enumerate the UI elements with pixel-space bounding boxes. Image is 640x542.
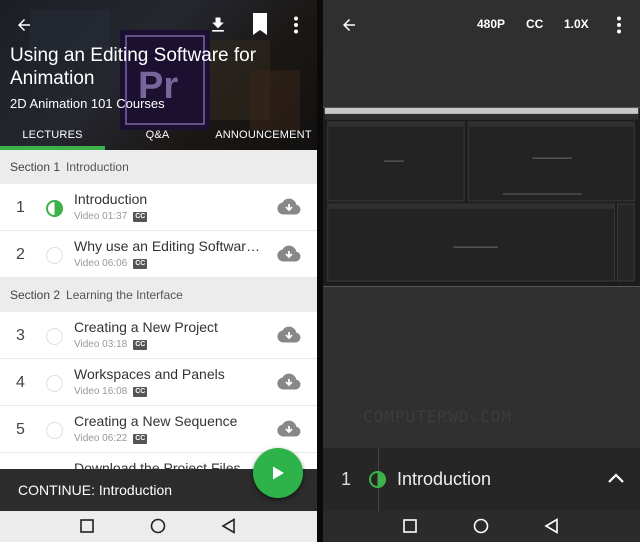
lecture-row[interactable]: 3 Creating a New Project Video 03:18 CC bbox=[0, 313, 317, 359]
lecture-number: 2 bbox=[16, 246, 25, 263]
lecture-row[interactable]: 1 Introduction Video 01:37 CC bbox=[0, 185, 317, 231]
lecture-meta: Video 06:22 CC bbox=[74, 433, 148, 444]
section-header: Section 1 Introduction bbox=[0, 150, 317, 184]
course-header: Pr Using an Editing Software for Animati… bbox=[0, 0, 317, 150]
lecture-row[interactable]: 4 Workspaces and Panels Video 16:08 CC bbox=[0, 360, 317, 406]
progress-indicator bbox=[46, 200, 63, 217]
now-playing-number: 1 bbox=[341, 469, 352, 489]
lecture-title: Introduction bbox=[74, 191, 148, 207]
lecture-title: Workspaces and Panels bbox=[74, 366, 225, 382]
video-player-screen: 480P CC 1.0X COMPUTERWD.COM 1 Introducti… bbox=[323, 0, 640, 542]
lecture-duration: Video 01:37 bbox=[74, 211, 128, 222]
lecture-row[interactable]: 5 Creating a New Sequence Video 06:22 CC bbox=[0, 407, 317, 453]
system-nav-bar bbox=[0, 511, 317, 542]
progress-indicator bbox=[46, 328, 63, 345]
system-nav-bar bbox=[323, 511, 640, 542]
nav-square-icon[interactable] bbox=[403, 519, 417, 533]
watermark: COMPUTERWD.COM bbox=[363, 407, 512, 426]
more-vert-icon[interactable] bbox=[286, 13, 306, 37]
lecture-meta: Video 06:06 CC bbox=[74, 258, 148, 269]
cc-badge: CC bbox=[133, 211, 148, 222]
now-playing-title: Introduction bbox=[397, 469, 492, 489]
quality-button[interactable]: 480P bbox=[477, 17, 505, 31]
player-toolbar: 480P CC 1.0X bbox=[323, 0, 640, 50]
lecture-title: Creating a New Project bbox=[74, 319, 218, 335]
lecture-row[interactable]: 2 Why use an Editing Software... Video 0… bbox=[0, 232, 317, 278]
tab-qa[interactable]: Q&A bbox=[105, 122, 210, 148]
section-title: Introduction bbox=[66, 160, 129, 174]
play-icon bbox=[273, 466, 284, 480]
cc-badge: CC bbox=[133, 386, 148, 397]
course-title: Using an Editing Software for Animation bbox=[10, 45, 257, 89]
back-arrow-icon[interactable] bbox=[337, 13, 361, 37]
video-frame[interactable] bbox=[323, 107, 640, 287]
lecture-list[interactable]: Section 1 Introduction 1 Introduction Vi… bbox=[0, 150, 317, 500]
lecture-meta: Video 03:18 CC bbox=[74, 339, 148, 350]
lecture-title: Creating a New Sequence bbox=[74, 413, 238, 429]
captions-button[interactable]: CC bbox=[526, 17, 543, 31]
progress-indicator bbox=[46, 422, 63, 439]
cc-badge: CC bbox=[133, 433, 148, 444]
cloud-download-icon[interactable] bbox=[277, 419, 301, 444]
progress-indicator bbox=[369, 471, 386, 488]
nav-square-icon[interactable] bbox=[80, 519, 94, 533]
lecture-duration: Video 16:08 bbox=[74, 386, 128, 397]
course-subtitle: 2D Animation 101 Courses bbox=[10, 96, 165, 111]
section-number: Section 1 bbox=[10, 160, 61, 174]
section-header: Section 2 Learning the Interface bbox=[0, 278, 317, 312]
cloud-download-icon[interactable] bbox=[277, 197, 301, 222]
lecture-duration: Video 03:18 bbox=[74, 339, 128, 350]
nav-circle-icon[interactable] bbox=[150, 518, 166, 534]
lecture-number: 4 bbox=[16, 374, 25, 391]
cc-badge: CC bbox=[133, 258, 148, 269]
progress-indicator bbox=[46, 375, 63, 392]
cc-badge: CC bbox=[133, 339, 148, 350]
now-playing-bar[interactable]: 1 Introduction bbox=[323, 448, 640, 511]
tab-lectures[interactable]: LECTURES bbox=[0, 122, 105, 148]
back-arrow-icon[interactable] bbox=[12, 13, 36, 37]
cloud-download-icon[interactable] bbox=[277, 325, 301, 350]
progress-indicator bbox=[46, 247, 63, 264]
lecture-meta: Video 16:08 CC bbox=[74, 386, 148, 397]
cloud-download-icon[interactable] bbox=[277, 244, 301, 269]
download-icon[interactable] bbox=[206, 13, 230, 37]
lecture-duration: Video 06:22 bbox=[74, 433, 128, 444]
nav-triangle-icon[interactable] bbox=[221, 518, 236, 534]
course-curriculum-screen: Pr Using an Editing Software for Animati… bbox=[0, 0, 317, 542]
nav-circle-icon[interactable] bbox=[473, 518, 489, 534]
lecture-number: 3 bbox=[16, 327, 25, 344]
lecture-number: 5 bbox=[16, 421, 25, 438]
lecture-number: 1 bbox=[16, 199, 25, 216]
nav-triangle-icon[interactable] bbox=[544, 518, 559, 534]
lecture-title: Why use an Editing Software... bbox=[74, 238, 264, 254]
cloud-download-icon[interactable] bbox=[277, 372, 301, 397]
play-button[interactable] bbox=[253, 448, 303, 498]
section-title: Learning the Interface bbox=[66, 288, 183, 302]
speed-button[interactable]: 1.0X bbox=[564, 17, 589, 31]
section-number: Section 2 bbox=[10, 288, 61, 302]
bookmark-icon[interactable] bbox=[248, 12, 272, 36]
lecture-duration: Video 06:06 bbox=[74, 258, 128, 269]
chevron-up-icon[interactable] bbox=[607, 472, 625, 484]
lecture-meta: Video 01:37 CC bbox=[74, 211, 148, 222]
continue-label: CONTINUE: Introduction bbox=[18, 482, 173, 498]
more-vert-icon[interactable] bbox=[609, 13, 629, 37]
tab-announcement[interactable]: ANNOUNCEMENT bbox=[210, 122, 317, 148]
